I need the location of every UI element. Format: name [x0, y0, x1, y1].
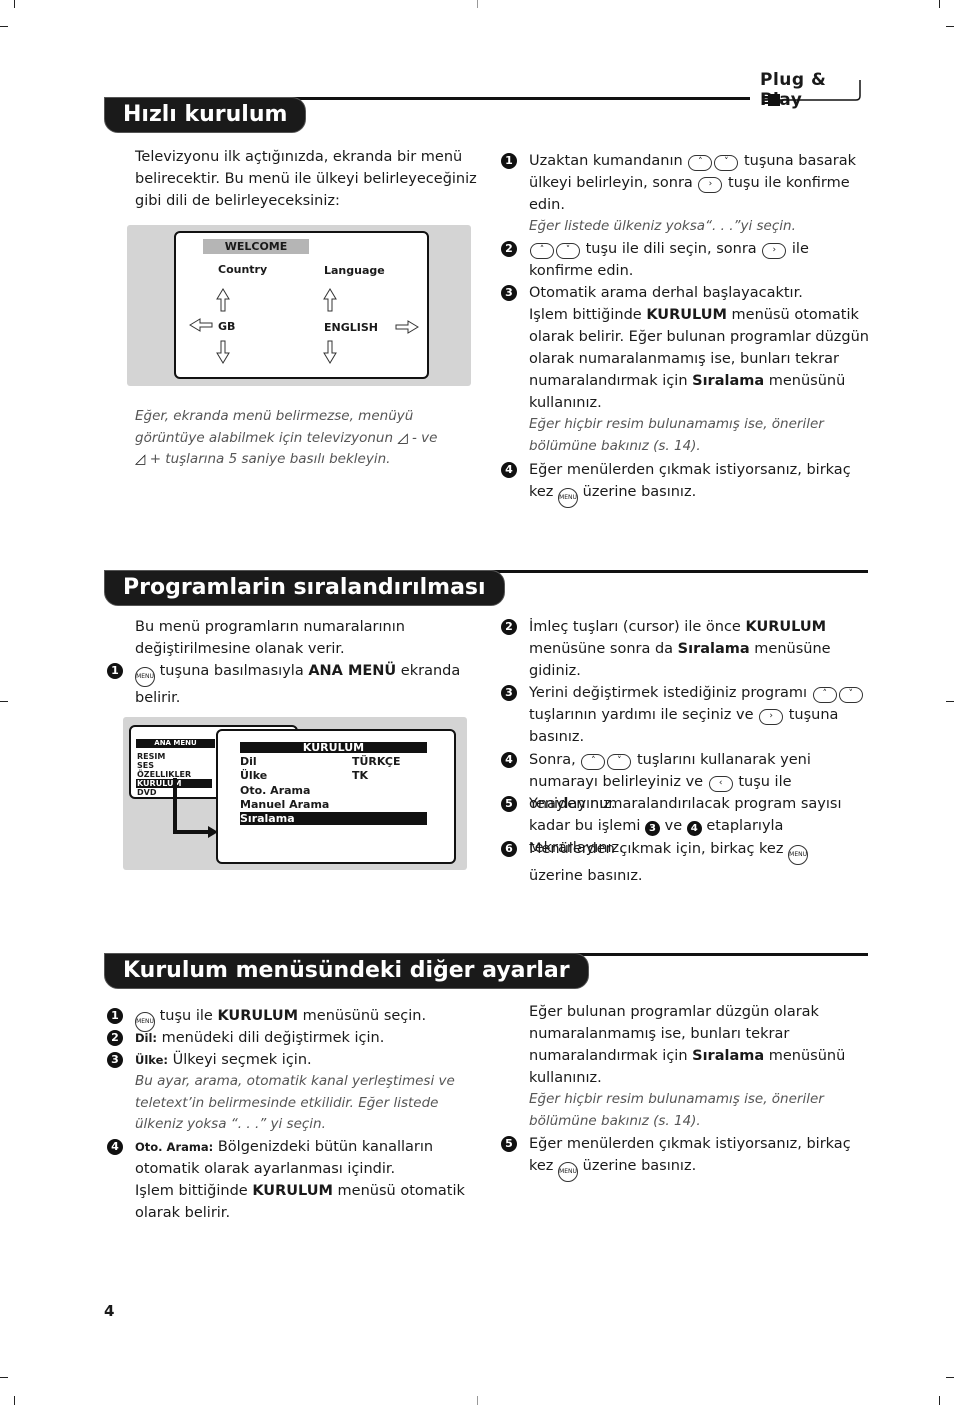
main-menu-item[interactable]: SES	[137, 761, 154, 770]
section-title-program-sort: Programlarin sıralandırılması	[104, 570, 505, 606]
crop-mark	[0, 26, 8, 27]
left-arrow-icon	[189, 318, 213, 332]
down-arrow-icon	[323, 340, 337, 364]
sort-step-1: MENU tuşuna basılmasıyla ANA MENÜ ekrand…	[135, 663, 461, 706]
step-ref: 3	[645, 821, 660, 836]
step-number: 5	[501, 796, 517, 812]
down-key-icon: ˅	[607, 754, 632, 770]
right-key-icon: ›	[762, 243, 787, 259]
kurulum-item-label[interactable]: Oto. Arama	[240, 784, 310, 797]
step-number: 2	[501, 619, 517, 635]
main-menu-item[interactable]: RESIM	[137, 752, 165, 761]
volume-down-icon: ◿	[397, 429, 408, 446]
step-number: 4	[501, 752, 517, 768]
down-key-icon: ˅	[714, 155, 739, 171]
step-number: 1	[107, 663, 123, 679]
step-number: 3	[501, 285, 517, 301]
step-note: Bu ayar, arama, otomatik kanal yerleştim…	[135, 1073, 455, 1132]
other-step-2: Dil: menüdeki dili değiştirmek için.	[135, 1030, 385, 1046]
up-key-icon: ˄	[688, 155, 713, 171]
plug-and-play-logo: Plug & Play	[760, 70, 870, 110]
other-right-paragraph: Eğer bulunan programlar düzgün olarak nu…	[529, 1001, 849, 1132]
step-number: 2	[107, 1030, 123, 1046]
kurulum-item-label[interactable]: Dil	[240, 755, 257, 768]
crop-mark	[477, 0, 478, 8]
other-step-3: Ülke: Ülkeyi seçmek için. Bu ayar, arama…	[135, 1049, 475, 1136]
menu-key-icon: MENU	[788, 845, 809, 865]
kurulum-item-value: TÜRKÇE	[352, 755, 401, 768]
sort-step-2: İmleç tuşları (cursor) ile önce KURULUM …	[529, 619, 831, 679]
right-key-icon: ›	[759, 709, 784, 725]
step-ref: 4	[686, 821, 702, 836]
sort-step-3: Yerini değiştirmek istediğiniz programı …	[529, 682, 874, 748]
quick-step-1: Uzaktan kumandanın ˄ ˅ tuşuna basarak ülk…	[529, 150, 869, 238]
kurulum-item-label[interactable]: Manuel Arama	[240, 798, 329, 811]
step-note: Eğer hiçbir resim bulunamamış ise, öneri…	[529, 1091, 824, 1129]
up-key-icon: ˄	[530, 243, 554, 259]
menu-key-icon: MENU	[558, 488, 579, 508]
program-sort-intro: Bu menü programların numaralarının değiş…	[135, 619, 405, 657]
left-key-icon: ‹	[708, 776, 733, 792]
crop-mark	[14, 0, 15, 8]
crop-mark	[939, 0, 940, 8]
menu-key-icon: MENU	[558, 1162, 579, 1182]
crop-mark	[946, 1377, 954, 1378]
kurulum-item-value: TK	[352, 769, 369, 782]
crop-mark	[946, 701, 954, 702]
step-number: 4	[107, 1139, 123, 1155]
step-number: 3	[501, 685, 517, 701]
step-number: 5	[501, 1136, 517, 1152]
crop-mark	[946, 26, 954, 27]
up-arrow-icon	[216, 288, 230, 312]
right-key-icon: ›	[698, 177, 723, 193]
step-number: 1	[107, 1008, 123, 1024]
right-arrow-icon	[395, 320, 419, 334]
down-key-icon: ˅	[838, 687, 863, 703]
page-number: 4	[104, 1302, 115, 1320]
step-number: 4	[501, 462, 517, 478]
kurulum-screen: KURULUM Dil TÜRKÇE Ülke TK Oto. Arama Ma…	[216, 729, 456, 864]
intro-paragraph: Televizyonu ilk açtığınızda, ekranda bir…	[135, 149, 477, 209]
crop-mark	[14, 1396, 15, 1405]
menu-not-shown-note: Eğer, ekranda menü belirmezse, menüyü gö…	[135, 408, 438, 467]
menu-key-icon: MENU	[135, 667, 155, 687]
step-number: 2	[501, 241, 517, 257]
step-note: Eğer hiçbir resim bulunamamış ise, öneri…	[529, 416, 824, 454]
crop-mark	[477, 1396, 478, 1405]
sort-step-6: Menülerden çıkmak için, birkaç kez MENU …	[529, 841, 809, 884]
crop-mark	[939, 1396, 940, 1405]
plug-icon	[762, 80, 861, 106]
volume-up-icon: ◿	[135, 451, 146, 467]
down-key-icon: ˅	[556, 243, 580, 259]
other-step-4: Oto. Arama: Bölgenizdeki bütün kanalları…	[135, 1139, 465, 1221]
main-menu-title: ANA MENÜ	[136, 739, 215, 748]
crop-mark	[0, 701, 8, 702]
down-arrow-icon	[216, 340, 230, 364]
section-title-quick-setup: Hızlı kurulum	[104, 97, 307, 133]
step-number: 1	[501, 153, 517, 169]
quick-step-2: ˄ ˅ tuşu ile dili seçin, sonra › ile konf…	[529, 241, 809, 279]
welcome-screen: WELCOME Country Language GB ENGLISH	[174, 231, 429, 379]
step-number: 3	[107, 1052, 123, 1068]
other-step-5: Eğer menülerden çıkmak istiyorsanız, bir…	[529, 1133, 869, 1182]
up-key-icon: ˄	[812, 687, 837, 703]
quick-step-4: Eğer menülerden çıkmak istiyorsanız, bir…	[529, 459, 869, 508]
section-title-other-settings: Kurulum menüsündeki diğer ayarlar	[104, 953, 589, 989]
up-arrow-icon	[323, 288, 337, 312]
crop-mark	[0, 1377, 8, 1378]
arrow-icons	[189, 288, 419, 364]
step-note: Eğer listede ülkeniz yoksa“. . .”yi seçi…	[529, 218, 796, 234]
kurulum-item-label[interactable]: Ülke	[240, 769, 267, 782]
step-number: 6	[501, 841, 517, 857]
kurulum-item-selected[interactable]: Sıralama	[240, 812, 427, 825]
up-key-icon: ˄	[581, 754, 606, 770]
kurulum-title: KURULUM	[240, 742, 427, 753]
quick-step-3: Otomatik arama derhal başlayacaktır. Işl…	[529, 282, 869, 457]
main-menu-item[interactable]: DVD	[137, 788, 156, 797]
